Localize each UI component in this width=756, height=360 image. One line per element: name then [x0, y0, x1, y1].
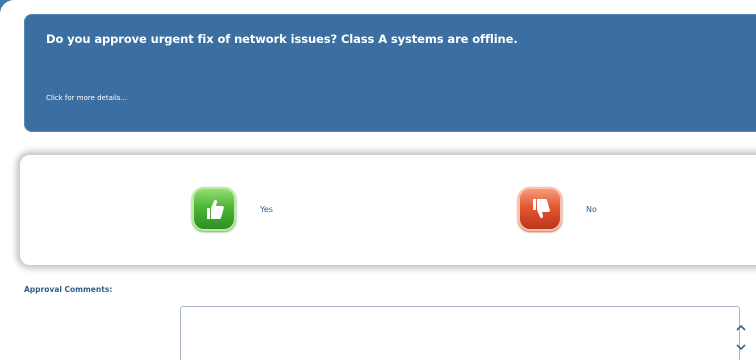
no-option[interactable]: No: [518, 187, 597, 231]
more-details-link[interactable]: Click for more details...: [46, 94, 127, 102]
scroll-up-icon[interactable]: [735, 322, 747, 334]
approval-panel: Do you approve urgent fix of network iss…: [0, 0, 756, 360]
scroll-down-icon[interactable]: [735, 341, 747, 353]
approval-comments-field[interactable]: [180, 306, 740, 360]
question-header: Do you approve urgent fix of network iss…: [24, 14, 756, 132]
thumbs-down-icon[interactable]: [518, 187, 562, 231]
question-title: Do you approve urgent fix of network iss…: [46, 32, 518, 46]
yes-label[interactable]: Yes: [260, 205, 273, 214]
choice-panel: Yes No: [20, 155, 756, 265]
thumbs-up-icon[interactable]: [192, 187, 236, 231]
approval-comments-label: Approval Comments:: [24, 285, 113, 294]
yes-option[interactable]: Yes: [192, 187, 273, 231]
no-label[interactable]: No: [586, 205, 597, 214]
